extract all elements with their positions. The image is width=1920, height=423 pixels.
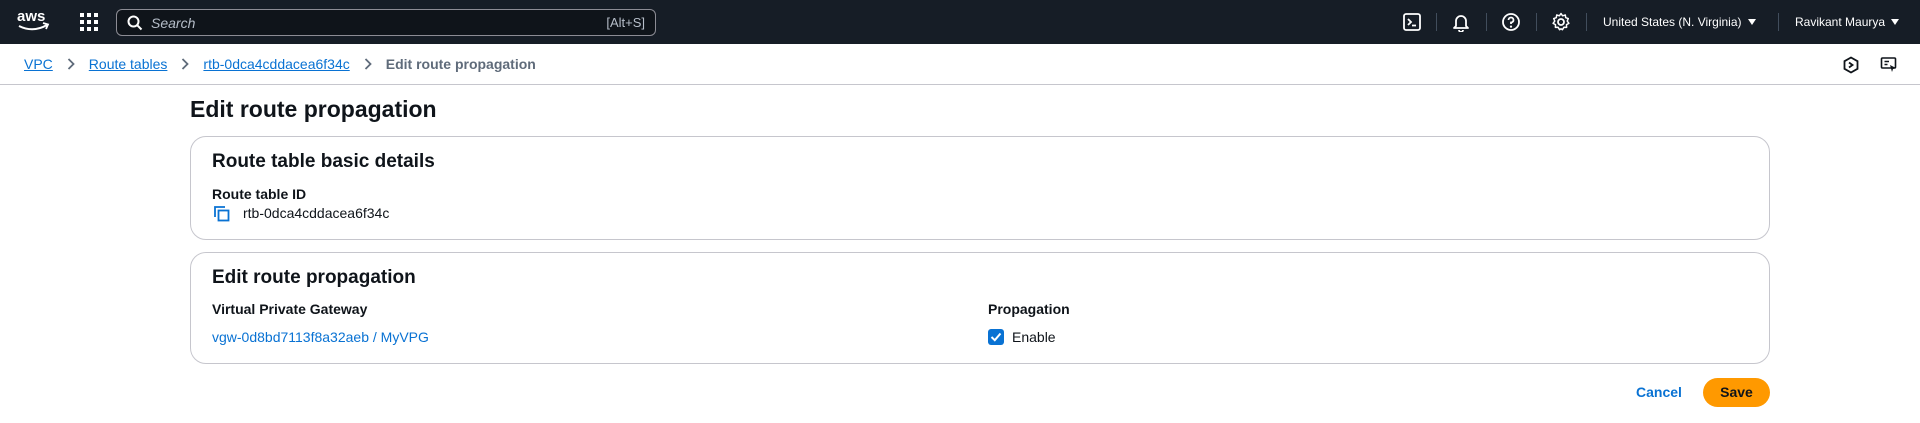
- edit-route-propagation-panel: Edit route propagation Virtual Private G…: [190, 252, 1770, 364]
- caret-down-icon: [1891, 19, 1900, 25]
- enable-propagation-label[interactable]: Enable: [1012, 329, 1056, 345]
- breadcrumb-route-tables[interactable]: Route tables: [89, 56, 168, 72]
- copy-icon[interactable]: [213, 205, 231, 223]
- cancel-button[interactable]: Cancel: [1636, 384, 1682, 400]
- chevron-right-icon: [182, 58, 190, 70]
- propagation-panel-title: Edit route propagation: [212, 267, 416, 288]
- nav-divider: [1436, 13, 1437, 31]
- nav-divider: [1486, 13, 1487, 31]
- caret-down-icon: [1747, 19, 1756, 25]
- user-name: Ravikant Maurya: [1795, 15, 1886, 29]
- top-navigation: aws [Alt+S] Un: [0, 0, 1920, 44]
- details-panel-title: Route table basic details: [212, 151, 435, 172]
- bell-icon[interactable]: [1451, 12, 1471, 32]
- chevron-right-icon: [364, 58, 372, 70]
- apps-grid-icon[interactable]: [79, 12, 99, 32]
- chevron-right-icon: [67, 58, 75, 70]
- aws-logo[interactable]: aws: [16, 8, 50, 34]
- settings-icon[interactable]: [1551, 12, 1571, 32]
- search-bar[interactable]: [Alt+S]: [116, 9, 656, 36]
- vgw-link[interactable]: vgw-0d8bd7113f8a32aeb / MyVPG: [212, 329, 429, 345]
- propagation-header: Propagation: [988, 301, 1070, 317]
- breadcrumb-route-table-id[interactable]: rtb-0dca4cddacea6f34c: [203, 56, 349, 72]
- cloudshell-icon[interactable]: [1402, 12, 1422, 32]
- route-table-id-label: Route table ID: [212, 186, 307, 202]
- breadcrumb-current: Edit route propagation: [385, 56, 536, 72]
- virtual-private-gateway-header: Virtual Private Gateway: [212, 301, 368, 317]
- search-input[interactable]: [151, 12, 571, 33]
- feedback-hexagon-icon[interactable]: [1842, 56, 1860, 74]
- breadcrumb-bar: VPC Route tables rtb-0dca4cddacea6f34c E…: [0, 44, 1920, 85]
- nav-divider: [1536, 13, 1537, 31]
- route-table-details-panel: Route table basic details Route table ID…: [190, 136, 1770, 240]
- save-button[interactable]: Save: [1703, 378, 1770, 407]
- search-shortcut-hint: [Alt+S]: [606, 15, 645, 30]
- breadcrumb-vpc[interactable]: VPC: [24, 56, 53, 72]
- route-table-id-value: rtb-0dca4cddacea6f34c: [243, 205, 390, 221]
- nav-divider: [1586, 13, 1587, 31]
- region-selector[interactable]: United States (N. Virginia): [1603, 15, 1756, 29]
- region-label: United States (N. Virginia): [1603, 15, 1742, 29]
- page-title: Edit route propagation: [190, 96, 437, 122]
- search-icon: [127, 15, 143, 31]
- help-icon[interactable]: [1501, 12, 1521, 32]
- enable-propagation-checkbox[interactable]: [988, 329, 1004, 345]
- account-menu[interactable]: Ravikant Maurya: [1795, 15, 1900, 29]
- breadcrumb: VPC Route tables rtb-0dca4cddacea6f34c E…: [24, 56, 536, 72]
- svg-text:aws: aws: [17, 8, 45, 25]
- info-panel-icon[interactable]: [1880, 56, 1898, 74]
- checkmark-icon: [990, 332, 1002, 342]
- nav-divider: [1778, 13, 1779, 31]
